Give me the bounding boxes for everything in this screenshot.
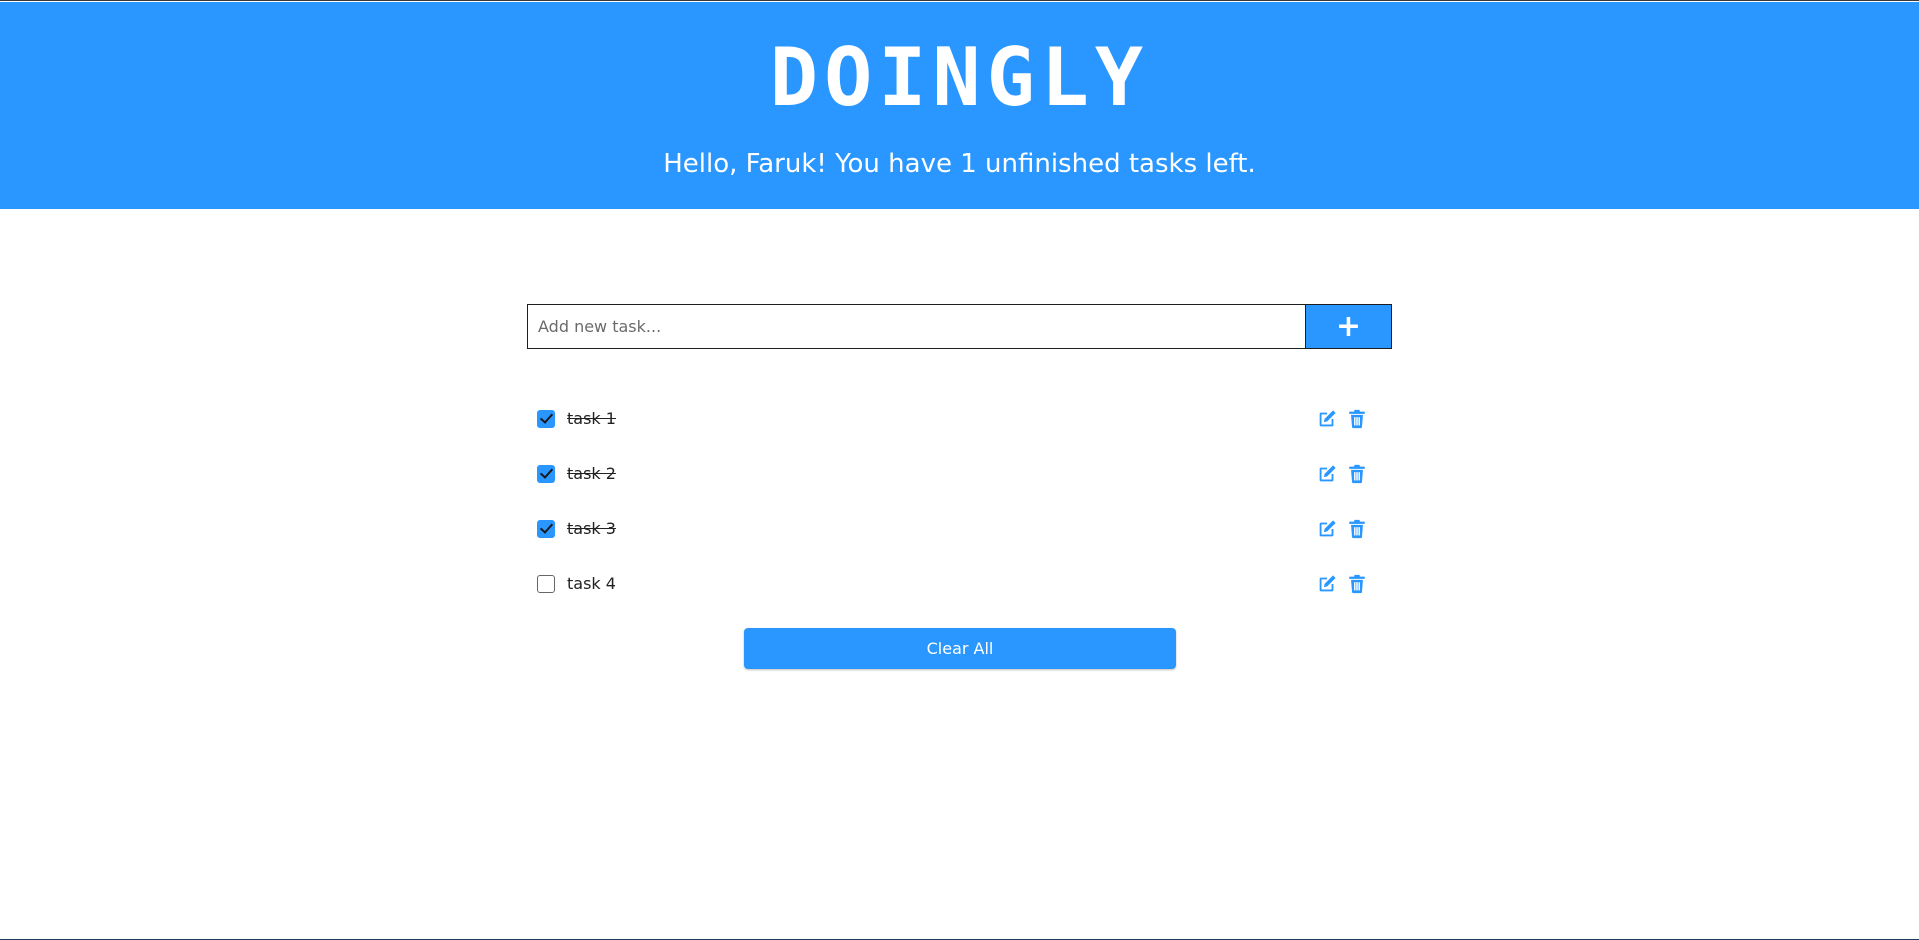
- task-label: task 2: [567, 464, 616, 483]
- task-checkbox[interactable]: [537, 574, 555, 593]
- task-item: task 1: [527, 391, 1392, 446]
- task-actions: [1316, 463, 1368, 485]
- edit-icon[interactable]: [1316, 463, 1338, 485]
- header: DOINGLY Hello, Faruk! You have 1 unfinis…: [0, 2, 1919, 209]
- trash-icon[interactable]: [1346, 408, 1368, 430]
- task-item: task 2: [527, 446, 1392, 501]
- task-label: task 4: [567, 574, 616, 593]
- trash-icon[interactable]: [1346, 573, 1368, 595]
- task-checkbox[interactable]: [537, 409, 555, 428]
- task-actions: [1316, 573, 1368, 595]
- task-actions: [1316, 408, 1368, 430]
- page: DOINGLY Hello, Faruk! You have 1 unfinis…: [0, 0, 1919, 940]
- app-logo: DOINGLY: [769, 31, 1150, 124]
- greeting-text: Hello, Faruk! You have 1 unfinished task…: [663, 149, 1256, 179]
- edit-icon[interactable]: [1316, 518, 1338, 540]
- task-label: task 1: [567, 409, 616, 428]
- task-checkbox[interactable]: [537, 464, 555, 483]
- edit-icon[interactable]: [1316, 408, 1338, 430]
- new-task-input[interactable]: [528, 305, 1305, 348]
- edit-icon[interactable]: [1316, 573, 1338, 595]
- add-task-form: +: [527, 304, 1392, 349]
- task-item: task 3: [527, 501, 1392, 556]
- trash-icon[interactable]: [1346, 518, 1368, 540]
- task-actions: [1316, 518, 1368, 540]
- clear-all-button[interactable]: Clear All: [744, 628, 1176, 669]
- trash-icon[interactable]: [1346, 463, 1368, 485]
- task-label: task 3: [567, 519, 616, 538]
- task-item: task 4: [527, 556, 1392, 611]
- add-task-button[interactable]: +: [1305, 305, 1391, 348]
- task-checkbox[interactable]: [537, 519, 555, 538]
- task-list: task 1 task 2 task 3 task 4: [527, 391, 1392, 611]
